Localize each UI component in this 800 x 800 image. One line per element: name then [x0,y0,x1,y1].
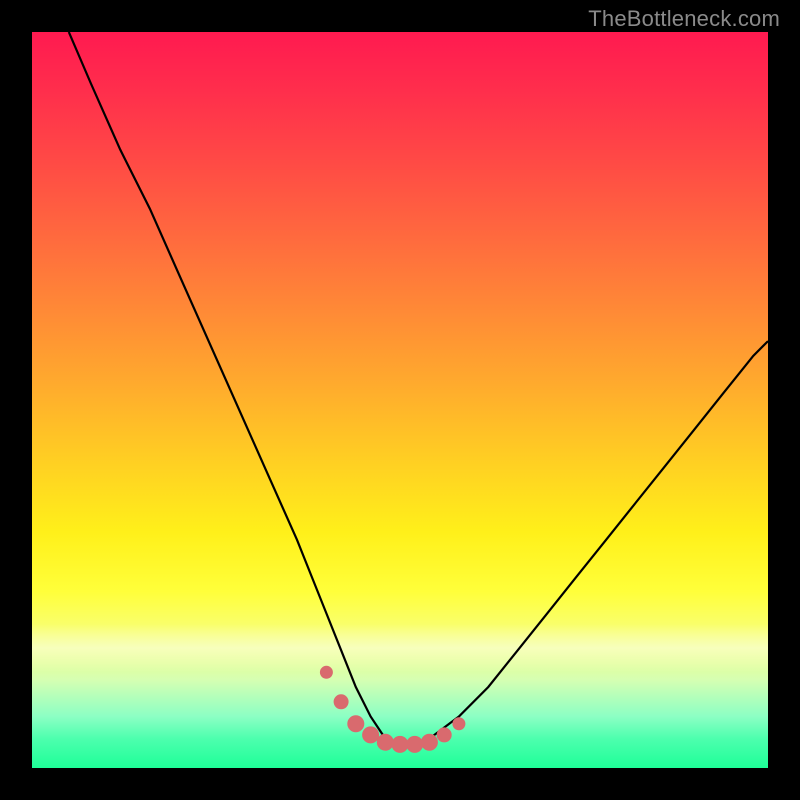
highlight-dot [377,734,393,750]
marker-group [320,666,465,752]
highlight-dot [407,736,423,752]
highlight-dot [348,716,364,732]
plot-svg [32,32,768,768]
bottleneck-curve [69,32,768,746]
watermark-text: TheBottleneck.com [588,6,780,32]
chart-frame [32,32,768,768]
highlight-dot [453,718,465,730]
highlight-dot [334,695,348,709]
highlight-dot [363,727,379,743]
highlight-dot [320,666,332,678]
highlight-dot [437,728,451,742]
highlight-dot [421,734,437,750]
highlight-dot [392,736,408,752]
